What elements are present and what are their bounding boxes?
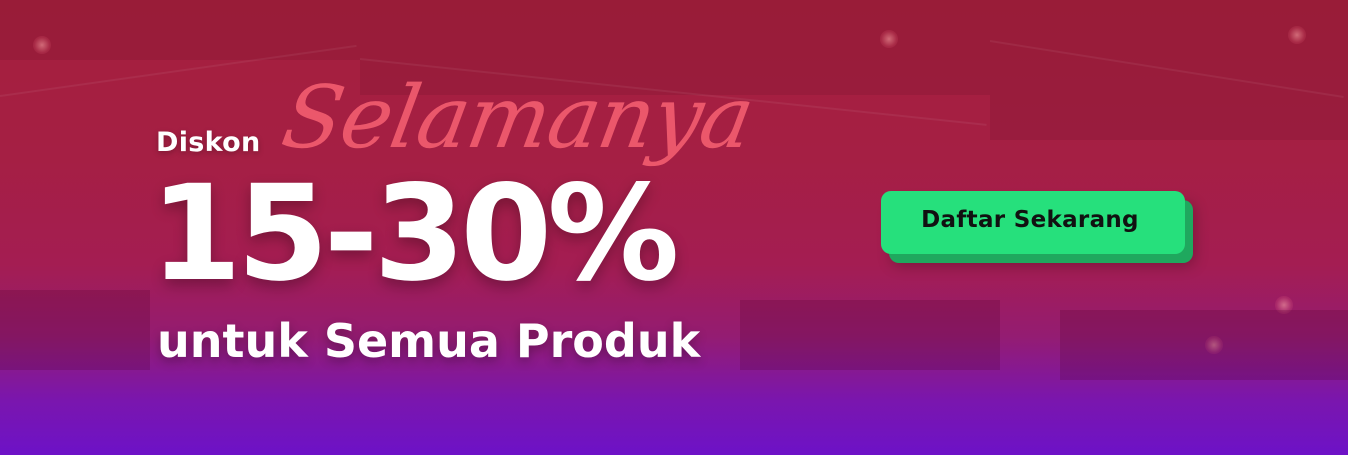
store-shelf [740, 300, 1000, 370]
cta-label: Daftar Sekarang [921, 206, 1139, 233]
selamanya-script-text: Selamanya [275, 68, 761, 168]
promo-subtitle: untuk Semua Produk [157, 314, 701, 368]
ceiling-light [33, 36, 51, 54]
store-shelf [1060, 310, 1348, 380]
store-shelf [0, 290, 150, 370]
ceiling-light [1288, 26, 1306, 44]
daftar-sekarang-button[interactable]: Daftar Sekarang [881, 191, 1185, 254]
diskon-label: Diskon [156, 127, 261, 158]
ceiling-light [880, 30, 898, 48]
discount-range: 15-30% [150, 157, 679, 311]
promo-banner: Selamanya Diskon 15-30% untuk Semua Prod… [0, 0, 1348, 455]
